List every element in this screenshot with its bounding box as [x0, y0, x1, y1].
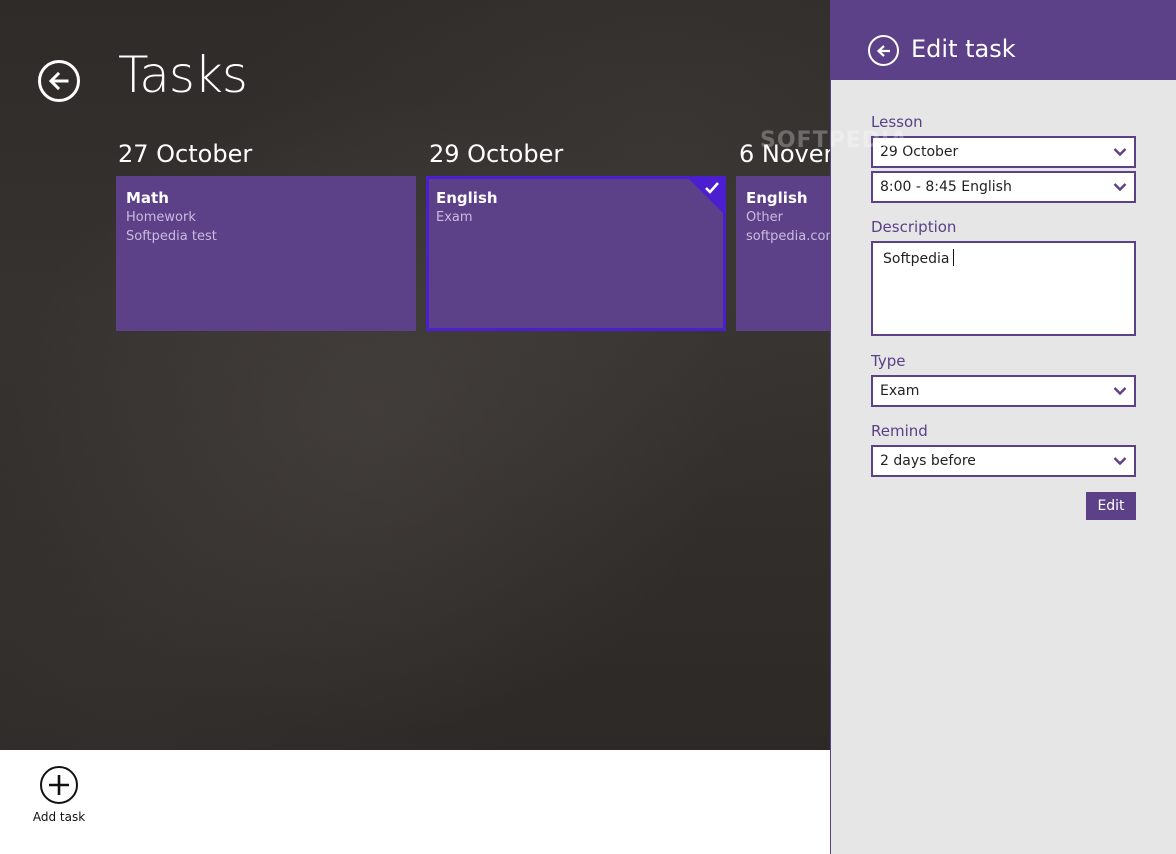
panel-title: Edit task [911, 35, 1016, 63]
lesson-date-value: 29 October [880, 144, 959, 160]
remind-select[interactable]: 2 days before [871, 445, 1136, 477]
page-title: Tasks [118, 46, 248, 104]
text-caret [953, 249, 955, 266]
task-card-math[interactable]: Math Homework Softpedia test [116, 176, 416, 331]
tasks-board: Tasks 27 October Math Homework Softpedia… [0, 0, 830, 750]
description-text: Softpedia [883, 251, 950, 267]
type-select[interactable]: Exam [871, 375, 1136, 407]
app-window: Tasks 27 October Math Homework Softpedia… [0, 0, 1176, 854]
task-description: Softpedia test [126, 229, 217, 244]
remind-label: Remind [871, 422, 928, 440]
lesson-time-value: 8:00 - 8:45 English [880, 179, 1012, 195]
task-description: softpedia.com [746, 229, 830, 244]
task-type: Exam [436, 210, 473, 225]
app-bar: Add task [0, 750, 830, 854]
day-heading: 6 Novem [739, 140, 830, 168]
remind-value: 2 days before [880, 453, 976, 469]
back-arrow-icon [48, 71, 69, 91]
add-task-circle [40, 766, 78, 804]
edit-button[interactable]: Edit [1086, 492, 1136, 520]
back-button[interactable] [38, 60, 80, 102]
add-task-button[interactable]: Add task [30, 766, 88, 824]
task-type: Other [746, 210, 783, 225]
description-label: Description [871, 218, 957, 236]
task-subject: English [436, 189, 498, 207]
type-label: Type [871, 352, 906, 370]
day-heading: 27 October [118, 140, 253, 168]
back-arrow-icon [876, 44, 890, 57]
task-subject: Math [126, 189, 169, 207]
chevron-down-icon [1113, 183, 1127, 192]
lesson-date-select[interactable]: 29 October [871, 136, 1136, 168]
description-field[interactable]: Softpedia [871, 241, 1136, 336]
checkmark-icon [705, 182, 719, 194]
chevron-down-icon [1113, 457, 1127, 466]
add-task-label: Add task [32, 810, 86, 824]
task-subject: English [746, 189, 808, 207]
description-value: Softpedia [883, 249, 955, 267]
lesson-time-select[interactable]: 8:00 - 8:45 English [871, 171, 1136, 203]
type-value: Exam [880, 383, 920, 399]
panel-header: Edit task [831, 0, 1176, 80]
chevron-down-icon [1113, 387, 1127, 396]
edit-task-panel: Edit task Lesson 29 October 8:00 - 8:45 … [830, 0, 1176, 854]
panel-back-button[interactable] [868, 35, 899, 66]
chevron-down-icon [1113, 148, 1127, 157]
lesson-label: Lesson [871, 113, 923, 131]
day-heading: 29 October [429, 140, 564, 168]
task-card-english[interactable]: English Other softpedia.com [736, 176, 830, 331]
task-card-english-selected[interactable]: English Exam [426, 176, 726, 331]
task-type: Homework [126, 210, 196, 225]
plus-icon [49, 775, 69, 795]
